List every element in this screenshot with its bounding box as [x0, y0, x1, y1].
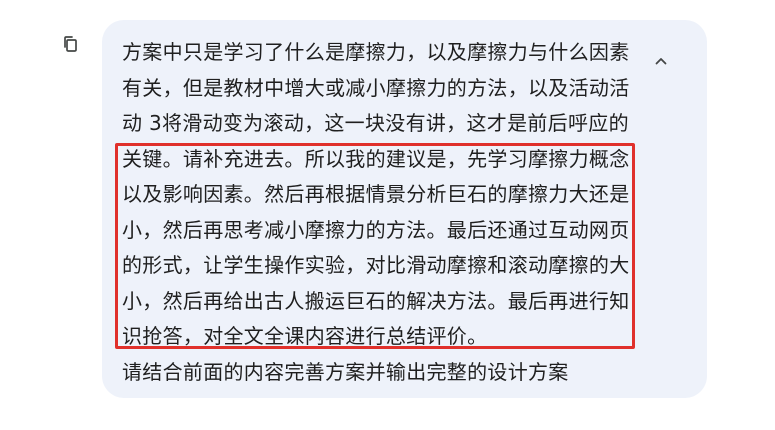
copy-icon	[64, 36, 77, 52]
copy-button[interactable]	[58, 32, 82, 56]
chevron-up-icon	[655, 58, 667, 65]
user-message-bubble: 方案中只是学习了什么是摩擦力，以及摩擦力与什么因素有关，但是教材中增大或减小摩擦…	[102, 20, 707, 398]
message-paragraph-request: 请结合前面的内容完善方案并输出完整的设计方案	[122, 359, 569, 384]
chat-view: 方案中只是学习了什么是摩擦力，以及摩擦力与什么因素有关，但是教材中增大或减小摩擦…	[0, 0, 775, 430]
user-message-text: 方案中只是学习了什么是摩擦力，以及摩擦力与什么因素有关，但是教材中增大或减小摩擦…	[122, 35, 634, 390]
collapse-button[interactable]	[648, 48, 674, 74]
message-paragraph-main: 方案中只是学习了什么是摩擦力，以及摩擦力与什么因素有关，但是教材中增大或减小摩擦…	[122, 40, 630, 348]
